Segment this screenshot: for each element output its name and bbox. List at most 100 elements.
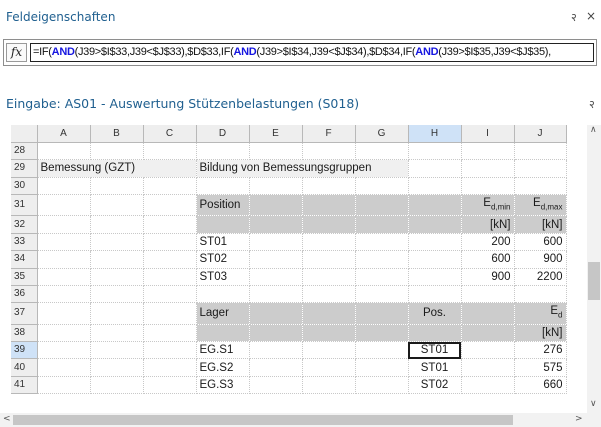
cell[interactable]	[355, 177, 409, 196]
cell[interactable]	[249, 376, 303, 395]
column-header-c[interactable]: C	[143, 125, 197, 143]
cell[interactable]: Bildung von Bemessungsgruppen	[196, 159, 409, 178]
cell[interactable]	[37, 177, 91, 196]
cell[interactable]	[37, 376, 91, 395]
column-header-e[interactable]: E	[249, 125, 303, 143]
close-icon[interactable]: ×	[586, 9, 596, 23]
cell[interactable]	[249, 194, 303, 217]
row-header[interactable]: 32	[11, 215, 38, 234]
cell[interactable]: 660	[514, 376, 567, 395]
cell[interactable]	[143, 177, 197, 196]
cell[interactable]	[461, 376, 515, 395]
cell[interactable]	[355, 268, 409, 286]
cell[interactable]	[408, 142, 462, 161]
cell[interactable]: EG.S1	[196, 341, 250, 360]
function-icon[interactable]: fx	[6, 43, 27, 62]
cell[interactable]	[249, 285, 303, 304]
cell[interactable]	[249, 302, 303, 325]
cell[interactable]	[37, 233, 91, 252]
cell[interactable]	[90, 285, 144, 304]
cell[interactable]	[196, 177, 250, 196]
cell[interactable]	[302, 194, 356, 217]
cell[interactable]	[302, 324, 356, 343]
cell[interactable]: 600	[514, 233, 567, 252]
column-header-i[interactable]: I	[461, 125, 515, 143]
cell[interactable]	[196, 324, 250, 343]
cell[interactable]	[355, 250, 409, 269]
cell[interactable]	[461, 177, 515, 196]
cell[interactable]: ST01	[408, 358, 462, 377]
cell[interactable]	[355, 215, 409, 234]
cell[interactable]	[461, 358, 515, 377]
cell[interactable]: ST01	[196, 233, 250, 252]
cell[interactable]	[355, 376, 409, 395]
cell[interactable]	[249, 250, 303, 269]
row-header[interactable]: 38	[11, 324, 38, 343]
cell[interactable]	[408, 324, 462, 343]
cell[interactable]	[143, 285, 197, 304]
cell[interactable]: [kN]	[514, 324, 567, 343]
cell[interactable]: Bemessung (GZT)	[37, 159, 197, 178]
cell[interactable]	[249, 215, 303, 234]
scroll-down-icon[interactable]: ∨	[590, 399, 597, 409]
scroll-up-icon[interactable]: ∧	[590, 125, 597, 135]
cell[interactable]	[302, 142, 356, 161]
cell[interactable]: 575	[514, 358, 567, 377]
cell[interactable]	[37, 142, 91, 161]
scroll-left-icon[interactable]: <	[3, 414, 11, 424]
cell[interactable]	[355, 358, 409, 377]
row-header[interactable]: 30	[11, 177, 38, 196]
cell[interactable]	[461, 159, 515, 178]
cell[interactable]	[408, 250, 462, 269]
cell[interactable]	[249, 233, 303, 252]
row-header[interactable]: 35	[11, 268, 38, 286]
cell[interactable]	[514, 285, 567, 304]
row-header[interactable]: 33	[11, 233, 38, 252]
cell[interactable]	[408, 194, 462, 217]
cell[interactable]	[302, 302, 356, 325]
column-header-g[interactable]: G	[355, 125, 409, 143]
cell[interactable]	[249, 341, 303, 360]
cell[interactable]	[355, 285, 409, 304]
cell[interactable]: ST03	[196, 268, 250, 286]
column-header-f[interactable]: F	[302, 125, 356, 143]
cell[interactable]	[143, 142, 197, 161]
cell[interactable]	[302, 285, 356, 304]
cell[interactable]	[143, 215, 197, 234]
pin-icon[interactable]: २	[589, 97, 595, 112]
row-header[interactable]: 36	[11, 285, 38, 304]
cell[interactable]: ST02	[196, 250, 250, 269]
cell[interactable]	[249, 324, 303, 343]
cell[interactable]	[408, 268, 462, 286]
row-header[interactable]: 34	[11, 250, 38, 269]
cell[interactable]: 900	[514, 250, 567, 269]
row-header[interactable]: 37	[11, 302, 38, 325]
cell[interactable]	[461, 341, 515, 360]
cell[interactable]	[302, 233, 356, 252]
row-header[interactable]: 28	[11, 142, 38, 161]
cell[interactable]	[302, 376, 356, 395]
cell[interactable]	[408, 215, 462, 234]
cell[interactable]: Ed	[514, 302, 567, 325]
row-header[interactable]: 31	[11, 194, 38, 217]
cell[interactable]	[408, 285, 462, 304]
cell[interactable]	[249, 358, 303, 377]
column-header-j[interactable]: J	[514, 125, 567, 143]
cell[interactable]	[196, 142, 250, 161]
cell[interactable]: Ed,min	[461, 194, 515, 217]
cell[interactable]: Position	[196, 194, 250, 217]
cell[interactable]	[143, 341, 197, 360]
formula-input[interactable]: =IF(AND(J39>$I$33,J39<$J$33),$D$33,IF(AN…	[30, 43, 594, 62]
cell[interactable]	[302, 177, 356, 196]
vertical-scrollbar[interactable]: ∧ ∨	[587, 125, 601, 413]
cell[interactable]	[143, 233, 197, 252]
cell[interactable]	[355, 194, 409, 217]
cell[interactable]	[37, 194, 91, 217]
cell[interactable]	[143, 376, 197, 395]
cell[interactable]	[90, 268, 144, 286]
cell[interactable]	[355, 324, 409, 343]
cell[interactable]	[355, 142, 409, 161]
cell[interactable]	[514, 177, 567, 196]
cell[interactable]	[461, 324, 515, 343]
cell[interactable]: 276	[514, 341, 567, 360]
